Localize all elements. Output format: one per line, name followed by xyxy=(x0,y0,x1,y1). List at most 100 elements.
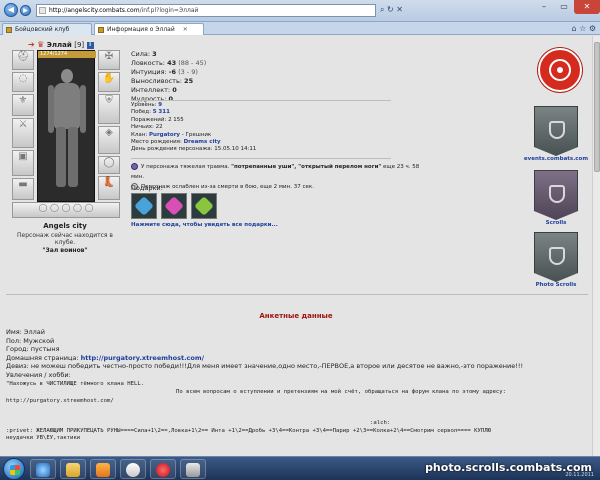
character-silhouette xyxy=(48,69,86,189)
scrollbar-thumb[interactable] xyxy=(594,42,600,172)
address-bar[interactable]: http://angelscity.combats.com/inf.pl?log… xyxy=(36,4,376,17)
info-row: Побед: 5 311 xyxy=(131,109,170,116)
effects-list: У персонажа тяжелая травма. "потрепанные… xyxy=(131,162,431,192)
home-icon[interactable]: ⌂ xyxy=(571,24,576,33)
refresh-icon[interactable]: ↻ xyxy=(387,5,394,14)
rings-row-slot[interactable]: ◯ ◯ ◯ ◯ ◯ xyxy=(12,202,120,218)
boots-slot[interactable]: 👢 xyxy=(98,176,120,200)
minimize-button[interactable]: – xyxy=(534,0,554,14)
window-icon xyxy=(186,463,200,477)
photo-scrolls-banner-icon[interactable] xyxy=(534,232,578,282)
search-icon[interactable]: ⌕ xyxy=(380,5,384,14)
maximize-button[interactable]: ▭ xyxy=(554,0,574,14)
taskbar-media-player[interactable] xyxy=(90,459,116,479)
earring-slot[interactable]: ◌ xyxy=(12,72,34,92)
info-row: Ничьих: 22 xyxy=(131,124,163,131)
belt-icon: ▬ xyxy=(18,179,28,190)
events-banner-icon[interactable] xyxy=(534,106,578,156)
stat-row: Выносливость: 25 xyxy=(131,77,194,85)
amulet-icon: ⚜ xyxy=(18,95,28,106)
taskbar-opera[interactable] xyxy=(150,459,176,479)
bracer-icon: ✠ xyxy=(104,51,114,62)
trauma-icon[interactable] xyxy=(131,163,138,170)
character-image: 1274/1274 xyxy=(37,50,96,202)
taskbar-mail[interactable] xyxy=(120,459,146,479)
helmet-icon: ⛑ xyxy=(16,51,30,62)
address-tools[interactable]: ⌕ ↻ ✕ xyxy=(380,4,403,17)
profile-city: Город: пустыня xyxy=(6,345,60,354)
taskbar-app[interactable] xyxy=(180,459,206,479)
offhand-slot[interactable]: ◈ xyxy=(98,126,120,154)
alch-line: неудачки УВ\ЕУ,тактики xyxy=(6,435,81,442)
equipment-panel: ⛑ ◌ ⚜ ⚔ ▣ ▬ 1274/1274 ✠ ✋ ⛨ ◈ ◯ 👢 ◯ ◯ ◯ … xyxy=(6,50,124,220)
profile-homepage: Домашняя страница: http://purgatory.xtre… xyxy=(6,353,205,362)
clan-emblem-icon[interactable] xyxy=(538,48,582,92)
alch-text: :privet: ЖЕЛАЮЩИМ ПРИКУПЕЦАТЬ РУНЫ====Си… xyxy=(6,428,586,443)
folder-icon xyxy=(66,463,80,477)
profile-gender: Пол: Мужской xyxy=(6,336,55,345)
helmet-slot[interactable]: ⛑ xyxy=(12,50,34,70)
profile-section-title: Анкетные данные xyxy=(259,312,333,320)
room-name: "Зал воинов" xyxy=(42,247,88,254)
shield-icon: ⛨ xyxy=(105,95,113,106)
homepage-link[interactable]: http://purgatory.xtreemhost.com/ xyxy=(81,354,204,362)
gift-item[interactable] xyxy=(161,193,187,219)
shield-slot[interactable]: ⛨ xyxy=(98,94,120,124)
tab-close-icon[interactable]: ✕ xyxy=(183,26,188,33)
page-content: ➔ ♛ Эллай [9] i ⛑ ◌ ⚜ ⚔ ▣ ▬ 1274/1274 ✠ … xyxy=(0,36,592,456)
rings-row-icon: ◯ ◯ ◯ ◯ ◯ xyxy=(38,203,94,212)
scrolls-link[interactable]: Scrolls xyxy=(520,220,592,226)
info-icon[interactable]: i xyxy=(86,41,94,49)
stop-icon[interactable]: ✕ xyxy=(396,5,403,14)
settings-gear-icon[interactable]: ⚙ xyxy=(589,24,596,33)
alch-line: :privet: ЖЕЛАЮЩИМ ПРИКУПЕЦАТЬ РУНЫ====Си… xyxy=(6,428,491,434)
events-link[interactable]: events.combats.com xyxy=(520,156,592,162)
photo-scrolls-link[interactable]: Photo Scrolls xyxy=(520,282,592,288)
browser-tool-icons[interactable]: ⌂ ☆ ⚙ xyxy=(571,24,596,33)
gift-item[interactable] xyxy=(131,193,157,219)
tab-character-info[interactable]: Информация о Эллай ✕ xyxy=(94,23,204,35)
attack-arrow-icon[interactable]: ➔ xyxy=(28,40,35,49)
taskbar-explorer[interactable] xyxy=(60,459,86,479)
weapon-slot[interactable]: ⚔ xyxy=(12,118,34,148)
bracer-slot[interactable]: ✠ xyxy=(98,50,120,70)
info-row: Клан: Purgatory - Грешник xyxy=(131,131,212,138)
clan-link[interactable]: Purgatory xyxy=(149,132,180,138)
all-gifts-link[interactable]: Нажмите сюда, чтобы увидеть все подарки.… xyxy=(131,222,278,228)
forward-icon[interactable]: ▶ xyxy=(20,5,31,16)
stat-row: Интуиция: -6 (3 - 9) xyxy=(131,68,198,76)
page-scrollbar[interactable] xyxy=(592,36,600,456)
profile-section: Имя: Эллай Пол: Мужской Город: пустыня Д… xyxy=(6,328,586,405)
gloves-slot[interactable]: ✋ xyxy=(98,72,120,92)
gift-item[interactable] xyxy=(191,193,217,219)
scrolls-banner-icon[interactable] xyxy=(534,170,578,220)
info-row: День рождения персонажа: 15.05.10 14:11 xyxy=(131,146,257,153)
taskbar-clock: 20.11.2011 xyxy=(565,472,594,478)
offhand-icon: ◈ xyxy=(105,127,113,138)
info-row: Место рождения: Dreams city xyxy=(131,139,221,146)
taskbar-ie[interactable] xyxy=(30,459,56,479)
ring-icon: ◯ xyxy=(103,157,115,168)
info-divider xyxy=(131,158,391,159)
address-path: /inf.pl?login=Эллай xyxy=(139,7,199,14)
character-location-block: Angels city Персонаж сейчас находится в … xyxy=(6,222,124,254)
favorites-icon[interactable]: ☆ xyxy=(579,24,586,33)
blue-gem-icon xyxy=(134,196,154,216)
profile-motto: Девиз: не можеш победить честно-просто п… xyxy=(6,362,524,371)
back-icon[interactable]: ◀ xyxy=(4,3,18,17)
effect-row: У персонажа тяжелая травма. "потрепанные… xyxy=(131,163,420,180)
belt-slot[interactable]: ▬ xyxy=(12,178,34,200)
tab-fight-club[interactable]: Бойцовский клуб xyxy=(2,23,92,35)
sword-icon: ⚔ xyxy=(18,119,28,130)
close-window-button[interactable]: ✕ xyxy=(574,0,600,14)
amulet-slot[interactable]: ⚜ xyxy=(12,94,34,116)
stat-row: Интеллект: 0 xyxy=(131,86,177,94)
profile-about-line: http://purgatory.xtreemhost.com/ xyxy=(6,397,114,404)
armor-slot[interactable]: ▣ xyxy=(12,150,34,176)
start-button[interactable] xyxy=(3,458,25,480)
ring-slot[interactable]: ◯ xyxy=(98,156,120,174)
earring-icon: ◌ xyxy=(18,73,28,84)
media-player-icon xyxy=(96,463,110,477)
character-info: Уровень: 9 Побед: 5 311 Поражений: 2 155… xyxy=(131,102,381,154)
mail-icon xyxy=(126,463,140,477)
